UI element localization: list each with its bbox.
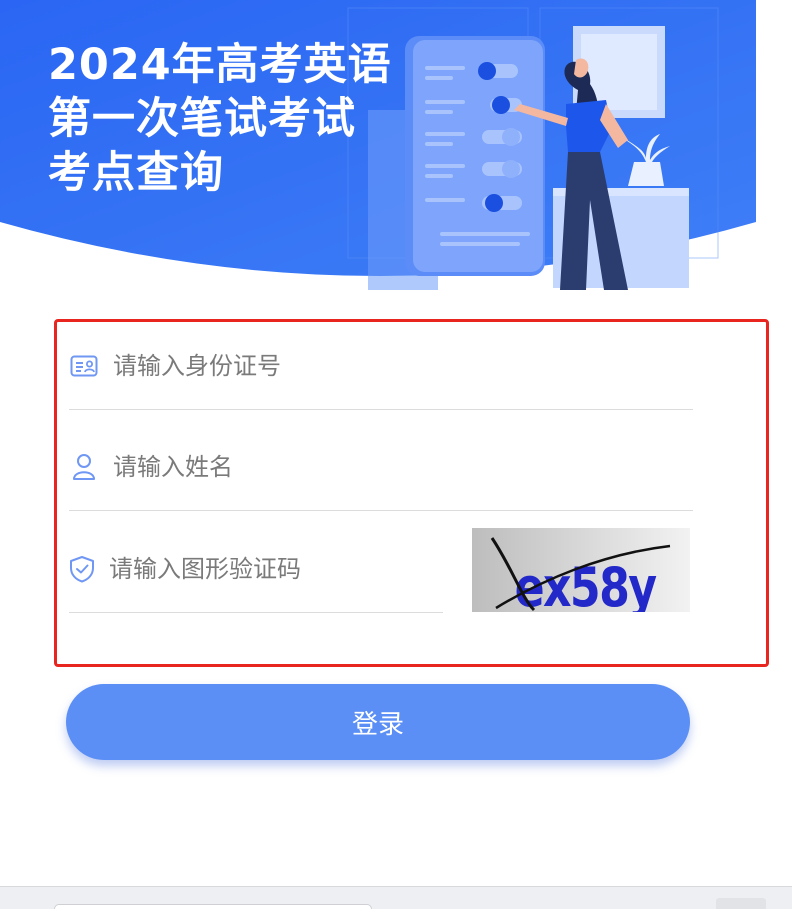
login-form: ex58y: [54, 319, 769, 667]
name-field: [69, 423, 693, 511]
address-bar[interactable]: [54, 904, 372, 909]
captcha-input[interactable]: [109, 554, 443, 583]
header-banner: 2024年高考英语 第一次笔试考试 考点查询: [0, 0, 756, 290]
id-number-field: [69, 322, 693, 410]
user-icon: [69, 452, 99, 482]
name-input[interactable]: [113, 452, 653, 481]
id-card-icon: [69, 351, 99, 381]
login-button[interactable]: 登录: [66, 684, 690, 760]
shield-check-icon: [69, 554, 95, 584]
page-title: 2024年高考英语 第一次笔试考试 考点查询: [48, 40, 392, 198]
id-number-input[interactable]: [113, 351, 653, 380]
captcha-image[interactable]: ex58y: [472, 528, 690, 612]
browser-menu-button[interactable]: [716, 898, 766, 909]
captcha-field: [69, 525, 443, 613]
